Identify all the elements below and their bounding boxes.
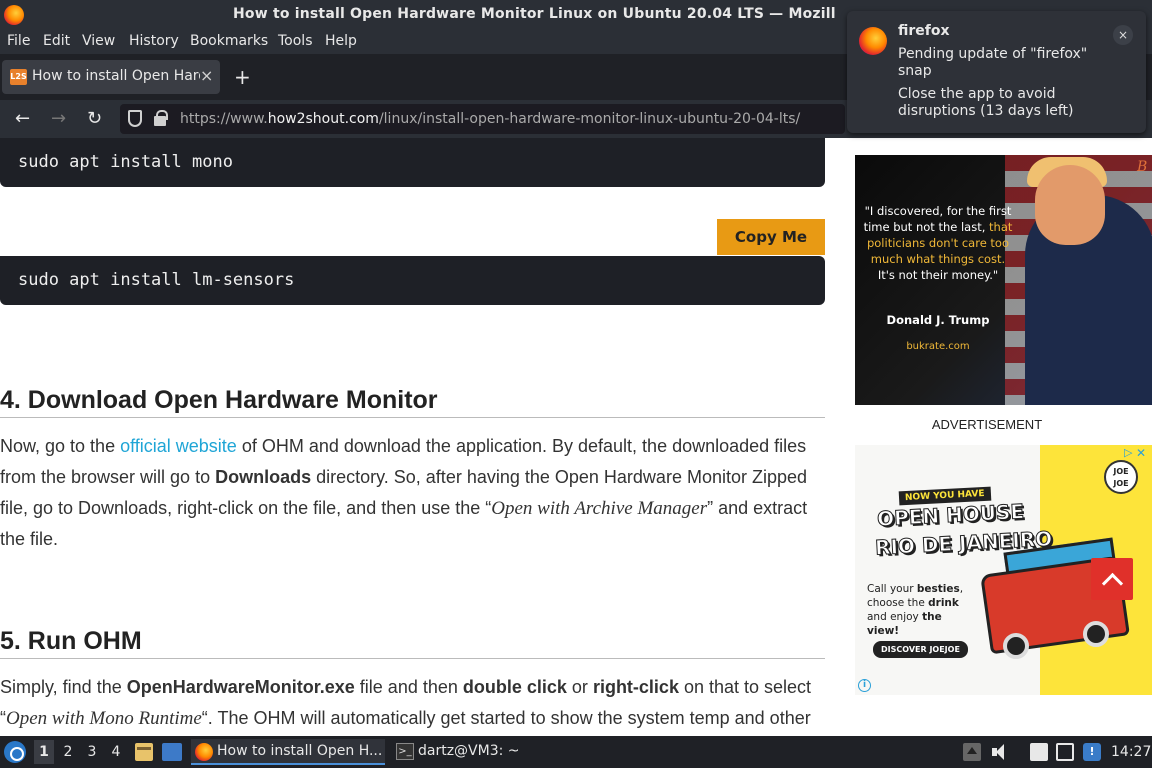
adchoices-icon[interactable]: ▷ (1124, 446, 1132, 459)
forward-button[interactable]: → (51, 108, 66, 129)
notification-detail: Close the app to avoid disruptions (13 d… (898, 86, 1074, 119)
url-text[interactable]: https://www.how2shout.com/linux/install-… (180, 111, 800, 127)
menu-history[interactable]: History (129, 33, 179, 49)
lock-icon[interactable] (154, 110, 168, 126)
quote-advertisement[interactable]: "I discovered, for the first time but no… (855, 155, 1152, 405)
taskbar-firefox-window[interactable]: How to install Open H... (191, 739, 385, 765)
menu-edit[interactable]: Edit (43, 33, 70, 49)
truck-wheel (1003, 633, 1029, 659)
section-4-heading: 4. Download Open Hardware Monitor (0, 386, 825, 418)
scroll-to-top-button[interactable] (1091, 558, 1133, 600)
truck-wheel (1083, 621, 1109, 647)
ad-cta-button[interactable]: DISCOVER JOEJOE (873, 641, 968, 658)
notification-tray-icon[interactable]: ! (1083, 743, 1101, 761)
code-block-lm-sensors: sudo apt install lm-sensors (0, 256, 825, 305)
ad-info-icon[interactable]: i (858, 679, 871, 692)
notification-close-icon[interactable]: × (1113, 25, 1133, 45)
taskbar-terminal-window[interactable]: >_ dartz@VM3: ~ (392, 739, 522, 765)
ad-site: bukrate.com (906, 341, 970, 352)
code-block-mono: sudo apt install mono (0, 138, 825, 187)
section-5-heading: 5. Run OHM (0, 627, 825, 659)
menu-help[interactable]: Help (325, 33, 357, 49)
workspace-4[interactable]: 4 (106, 744, 126, 760)
back-button[interactable]: ← (15, 108, 30, 129)
taskbar-firefox-label: How to install Open H... (217, 743, 381, 759)
tray-expand-icon[interactable] (963, 743, 981, 761)
clock[interactable]: 14:27 (1111, 744, 1151, 760)
file-manager-icon[interactable] (135, 743, 153, 761)
tab-close-icon[interactable]: × (200, 66, 213, 85)
portrait-face (1035, 165, 1105, 245)
tab-label: How to install Open Hard (32, 68, 200, 84)
terminal-icon: >_ (396, 743, 414, 760)
taskbar-terminal-label: dartz@VM3: ~ (418, 743, 520, 759)
advertisement-label: ADVERTISEMENT (931, 417, 1043, 432)
site-favicon: L2S (10, 69, 27, 85)
section-5-paragraph: Simply, find the OpenHardwareMonitor.exe… (0, 677, 812, 729)
url-bar[interactable]: https://www.how2shout.com/linux/install-… (120, 104, 845, 134)
section-4-paragraph: Now, go to the official website of OHM a… (0, 436, 808, 549)
update-notification[interactable]: firefox Pending update of "firefox" snap… (847, 11, 1146, 133)
window-title: How to install Open Hardware Monitor Lin… (233, 6, 836, 22)
page-content: sudo apt install mono Copy Me sudo apt i… (0, 138, 1152, 736)
new-tab-button[interactable]: + (234, 65, 251, 89)
ad-tagline: Call your besties, choose the drink and … (867, 583, 964, 637)
official-website-link[interactable]: official website (120, 436, 237, 456)
firefox-icon (4, 5, 24, 25)
ad-quote-author: Donald J. Trump (886, 313, 990, 327)
ad-brand-logo: B (1137, 159, 1148, 175)
taskbar: 1 2 3 4 How to install Open H... >_ dart… (0, 736, 1152, 768)
menu-tools[interactable]: Tools (278, 33, 313, 49)
workspace-2[interactable]: 2 (58, 744, 78, 760)
firefox-icon (195, 743, 213, 761)
workspace-1[interactable]: 1 (34, 740, 54, 764)
copy-me-button[interactable]: Copy Me (717, 219, 825, 255)
menu-file[interactable]: File (7, 33, 30, 49)
show-desktop-icon[interactable] (162, 743, 182, 761)
menu-bookmarks[interactable]: Bookmarks (190, 33, 268, 49)
tracking-protection-icon[interactable] (128, 110, 142, 127)
network-icon[interactable] (1056, 743, 1074, 761)
ad-quote: "I discovered, for the first time but no… (863, 204, 1013, 282)
menu-view[interactable]: View (82, 33, 115, 49)
workspace-3[interactable]: 3 (82, 744, 102, 760)
notification-message: Pending update of "firefox" snap (898, 46, 1088, 79)
volume-icon[interactable] (991, 743, 1009, 761)
tab-how2shout[interactable]: L2S How to install Open Hard × (2, 60, 220, 94)
notification-app-name: firefox (898, 23, 950, 39)
firefox-icon (859, 27, 887, 55)
clipboard-icon[interactable] (1030, 743, 1048, 761)
ad-close-icon[interactable]: ✕ (1136, 446, 1146, 460)
start-menu-icon[interactable] (4, 741, 26, 763)
reload-button[interactable]: ↻ (87, 108, 102, 129)
joejoe-logo: JOE JOE (1104, 460, 1138, 494)
